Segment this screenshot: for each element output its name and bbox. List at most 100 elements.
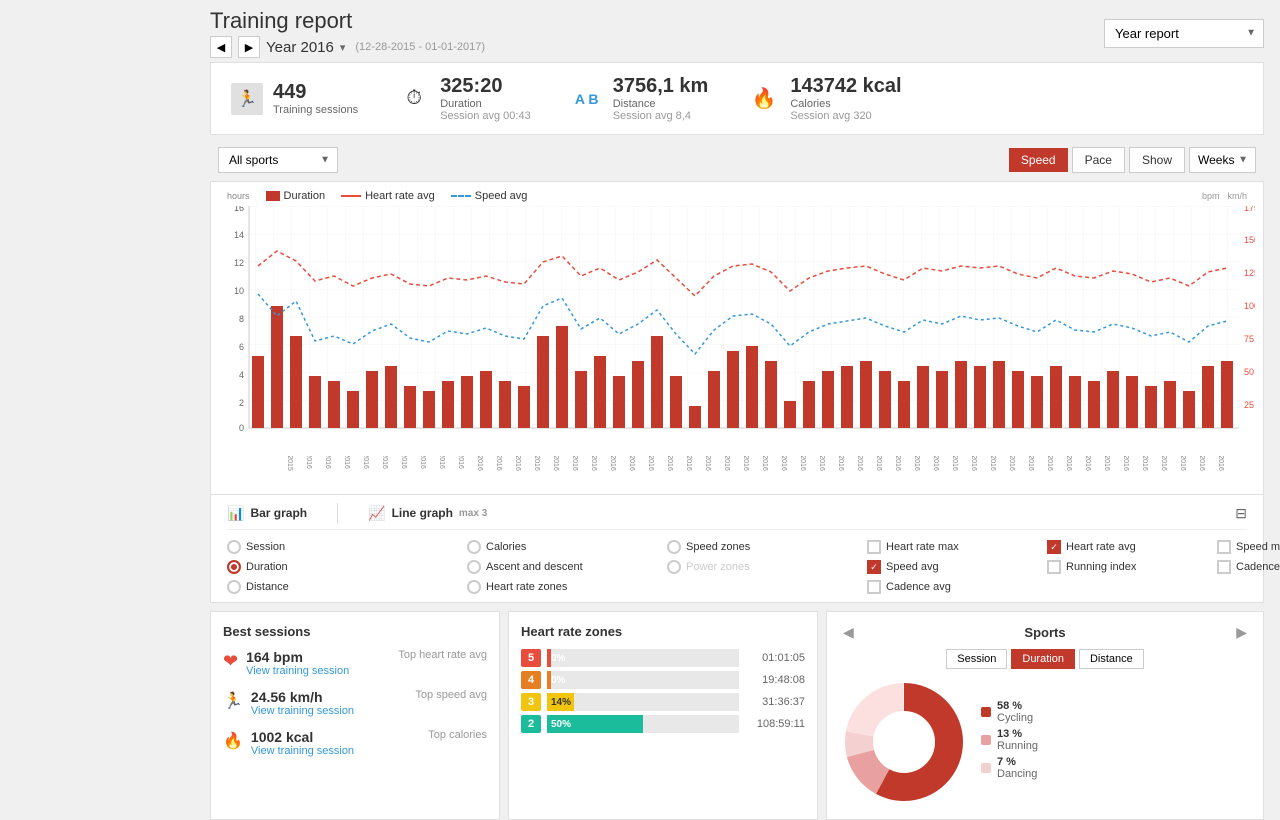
radio-duration[interactable] xyxy=(227,560,241,574)
svg-text:43-2016: 43-2016 xyxy=(1103,456,1110,471)
svg-text:75: 75 xyxy=(1244,334,1254,344)
svg-text:8: 8 xyxy=(239,314,244,324)
stats-bar: 🏃 449 Training sessions ⏱ 325:20 Duratio… xyxy=(210,62,1264,135)
sports-donut xyxy=(839,677,969,807)
line-option-running-index[interactable]: Running index xyxy=(1047,560,1197,574)
distance-stat: A B 3756,1 km Distance Session avg 8,4 xyxy=(571,75,709,122)
tab-distance[interactable]: Distance xyxy=(1079,649,1144,669)
svg-text:2-2016: 2-2016 xyxy=(324,456,331,469)
bar-option-speed-zones[interactable]: Speed zones xyxy=(667,540,807,554)
legend-dancing: 7 % Dancing xyxy=(981,756,1038,780)
bpm-label: bpm xyxy=(1202,191,1220,201)
bar-option-calories[interactable]: Calories xyxy=(467,540,647,554)
distance-avg: Session avg 8,4 xyxy=(613,110,709,122)
best-hr-link[interactable]: View training session xyxy=(246,665,349,677)
bar-option-distance[interactable]: Distance xyxy=(227,580,447,594)
radio-hr-zones[interactable] xyxy=(467,580,481,594)
pace-button[interactable]: Pace xyxy=(1072,147,1125,173)
dancing-label: Dancing xyxy=(997,768,1037,780)
sessions-label: Training sessions xyxy=(273,104,358,116)
cycling-dot xyxy=(981,707,991,717)
show-button[interactable]: Show xyxy=(1129,147,1185,173)
sport-select[interactable]: All sports xyxy=(218,147,338,173)
radio-calories[interactable] xyxy=(467,540,481,554)
report-type-select[interactable]: Year report xyxy=(1104,19,1264,48)
legend-running: 13 % Running xyxy=(981,728,1038,752)
svg-text:11-2016: 11-2016 xyxy=(495,456,502,471)
duration-stat: ⏱ 325:20 Duration Session avg 00:43 xyxy=(398,75,531,122)
tab-session[interactable]: Session xyxy=(946,649,1007,669)
line-graph-section: 📈 Line graph max 3 xyxy=(368,505,487,522)
checkbox-cadence-avg[interactable] xyxy=(867,580,881,594)
duration-value: 325:20 xyxy=(440,75,531,98)
tab-duration[interactable]: Duration xyxy=(1011,649,1075,669)
svg-text:41-2016: 41-2016 xyxy=(1065,456,1072,471)
fire-icon: 🔥 xyxy=(223,731,243,751)
kmh-label: km/h xyxy=(1227,191,1247,201)
line-option-speed-avg[interactable]: ✓ Speed avg xyxy=(867,560,1027,574)
speed-button[interactable]: Speed xyxy=(1009,148,1068,172)
best-hr-label: Top heart rate avg xyxy=(398,649,487,661)
svg-text:44-2016: 44-2016 xyxy=(1122,456,1129,471)
svg-text:32-2016: 32-2016 xyxy=(894,456,901,471)
checkbox-speed-avg[interactable]: ✓ xyxy=(867,560,881,574)
svg-text:12: 12 xyxy=(234,258,244,268)
checkbox-hr-max[interactable] xyxy=(867,540,881,554)
best-cal-label: Top calories xyxy=(428,729,487,741)
calories-icon: 🔥 xyxy=(748,83,780,115)
svg-text:15-2016: 15-2016 xyxy=(571,456,578,471)
radio-speed-zones[interactable] xyxy=(667,540,681,554)
weeks-select[interactable]: Weeks xyxy=(1189,147,1256,173)
duration-legend: Duration xyxy=(266,190,326,202)
line-option-cadence-max[interactable]: Cadence max xyxy=(1217,560,1280,574)
hr-zones-panel: Heart rate zones 5 0% 01:01:05 4 0% 19:4… xyxy=(508,611,818,820)
best-cal-link[interactable]: View training session xyxy=(251,745,354,757)
radio-distance[interactable] xyxy=(227,580,241,594)
bar-option-hr-zones[interactable]: Heart rate zones xyxy=(467,580,647,594)
sports-next-button[interactable]: ▶ xyxy=(1232,624,1251,641)
sports-prev-button[interactable]: ◀ xyxy=(839,624,858,641)
svg-text:0: 0 xyxy=(239,423,244,433)
svg-text:53-2015: 53-2015 xyxy=(286,456,293,471)
prev-year-button[interactable]: ◀ xyxy=(210,36,232,58)
line-option-hr-max[interactable]: Heart rate max xyxy=(867,540,1027,554)
duration-icon: ⏱ xyxy=(398,83,430,115)
zone-5-time: 01:01:05 xyxy=(745,652,805,664)
distance-value: 3756,1 km xyxy=(613,75,709,98)
line-option-hr-avg[interactable]: ✓ Heart rate avg xyxy=(1047,540,1197,554)
radio-power-zones[interactable] xyxy=(667,560,681,574)
zone-3-time: 31:36:37 xyxy=(745,696,805,708)
svg-text:21-2016: 21-2016 xyxy=(685,456,692,471)
svg-text:27-2016: 27-2016 xyxy=(799,456,806,471)
radio-ascent[interactable] xyxy=(467,560,481,574)
filter-icon[interactable]: ⊟ xyxy=(1235,505,1247,522)
checkbox-running-index[interactable] xyxy=(1047,560,1061,574)
svg-text:9-2016: 9-2016 xyxy=(457,456,464,469)
svg-text:25: 25 xyxy=(1244,400,1254,410)
calories-label: Calories xyxy=(790,98,901,110)
svg-text:30-2016: 30-2016 xyxy=(856,456,863,471)
svg-text:23-2016: 23-2016 xyxy=(723,456,730,471)
line-option-speed-max[interactable]: Speed max xyxy=(1217,540,1280,554)
bar-option-duration[interactable]: Duration xyxy=(227,560,447,574)
heart-icon: ❤ xyxy=(223,651,238,672)
duration-avg: Session avg 00:43 xyxy=(440,110,531,122)
bar-option-ascent[interactable]: Ascent and descent xyxy=(467,560,647,574)
radio-session[interactable] xyxy=(227,540,241,554)
zone-5-row: 5 0% 01:01:05 xyxy=(521,649,805,667)
checkbox-speed-max[interactable] xyxy=(1217,540,1231,554)
checkbox-hr-avg[interactable]: ✓ xyxy=(1047,540,1061,554)
svg-text:14-2016: 14-2016 xyxy=(552,456,559,471)
bar-option-session[interactable]: Session xyxy=(227,540,447,554)
line-option-cadence-avg[interactable]: Cadence avg xyxy=(867,580,1027,594)
best-speed-link[interactable]: View training session xyxy=(251,705,354,717)
bar-option-power-zones[interactable]: Power zones xyxy=(667,560,807,574)
year-label[interactable]: Year 2016 xyxy=(266,39,334,56)
svg-text:4-2016: 4-2016 xyxy=(362,456,369,469)
duration-label: Duration xyxy=(440,98,531,110)
checkbox-cadence-max[interactable] xyxy=(1217,560,1231,574)
svg-text:47-2016: 47-2016 xyxy=(1179,456,1186,471)
next-year-button[interactable]: ▶ xyxy=(238,36,260,58)
best-sessions-panel: Best sessions ❤ 164 bpm View training se… xyxy=(210,611,500,820)
svg-text:28-2016: 28-2016 xyxy=(818,456,825,471)
